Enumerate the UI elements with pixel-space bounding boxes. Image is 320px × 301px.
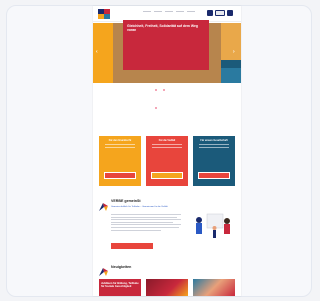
carousel-dot[interactable] [163,89,166,91]
hero-text-box: Gleichheit, Freiheit, Solidarität auf de… [123,20,209,70]
tile-title: Für die Vielfalt [158,139,176,142]
tile-title: Für unsere Gesellschaft [200,139,228,142]
user-icon[interactable] [227,10,233,16]
main-nav[interactable] [143,11,203,13]
tile-title: Für den Grundrecht [108,139,132,142]
tile-grundrecht[interactable]: Für den Grundrecht [99,136,141,186]
about-subtitle: Gemeinschaftlich für Teilhabe – Gemeinsa… [111,206,168,208]
multicolor-logo-icon[interactable] [98,9,110,19]
carousel-dot[interactable] [155,107,157,109]
news-item[interactable] [193,279,235,296]
news-title: Neuigkeiten [111,265,132,269]
header-cta-button[interactable] [215,10,225,16]
tile-button[interactable] [198,172,230,179]
chevron-right-icon[interactable]: › [233,50,237,55]
carousel-dot[interactable] [171,89,174,91]
section-logo-icon [99,263,108,276]
about-title: VERBE gemeinSt [111,199,141,203]
hero-decor-band [221,68,241,83]
people-illustration-icon [189,212,233,240]
about-body-text [111,214,181,232]
tile-button[interactable] [151,172,183,179]
chevron-left-icon[interactable]: ‹ [96,50,100,55]
news-caption: Jubiläum für Bildung, Teilhabe für Sozia… [101,282,139,288]
tile-gesellschaft[interactable]: Für unsere Gesellschaft [193,136,235,186]
carousel-dot[interactable] [155,89,157,91]
carousel-dots[interactable] [155,78,179,109]
about-more-button[interactable] [111,243,153,249]
search-icon[interactable] [207,10,213,16]
hero-title: Gleichheit, Freiheit, Solidarität auf de… [127,24,198,32]
page-preview[interactable]: ‹ › Gleichheit, Freiheit, Solidarität au… [93,6,241,296]
section-logo-icon [99,198,108,211]
news-item[interactable] [146,279,188,296]
tile-button[interactable] [104,172,136,179]
tile-vielfalt[interactable]: Für die Vielfalt [146,136,188,186]
news-item[interactable]: Jubiläum für Bildung, Teilhabe für Sozia… [99,279,141,296]
